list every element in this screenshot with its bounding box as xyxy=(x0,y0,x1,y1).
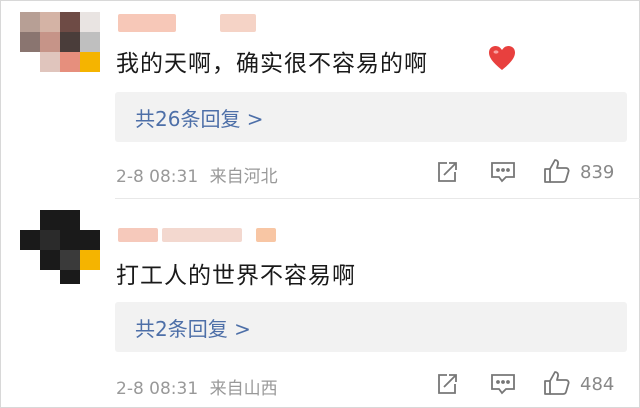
username-tag xyxy=(256,228,276,242)
comment-item: 我的天啊，确实很不容易的啊 共26条回复 > 2-8 08:31 来自河北 83… xyxy=(0,0,640,196)
comment-item: 打工人的世界不容易啊 共2条回复 > 2-8 08:31 来自山西 484 xyxy=(0,200,640,408)
like-icon[interactable] xyxy=(543,158,571,184)
username[interactable] xyxy=(118,14,176,32)
comment-location: 来自山西 xyxy=(209,379,278,399)
username[interactable] xyxy=(118,228,158,242)
heart-emoji xyxy=(489,46,515,70)
comment-date: 2-8 08:31 xyxy=(116,167,199,187)
share-icon[interactable] xyxy=(435,160,459,184)
replies-link[interactable]: 共2条回复 > xyxy=(135,313,251,342)
like-icon[interactable] xyxy=(543,370,571,396)
avatar[interactable] xyxy=(20,210,100,284)
comment-meta: 2-8 08:31 来自山西 xyxy=(116,374,278,399)
replies-box[interactable]: 共2条回复 > xyxy=(115,302,627,352)
username-suffix xyxy=(220,14,256,32)
comment-location: 来自河北 xyxy=(209,167,278,187)
share-icon[interactable] xyxy=(435,372,459,396)
comment-icon[interactable] xyxy=(490,160,516,184)
username-suffix xyxy=(162,228,242,242)
like-count: 484 xyxy=(580,374,615,395)
comment-text: 打工人的世界不容易啊 xyxy=(116,263,356,289)
replies-box[interactable]: 共26条回复 > xyxy=(115,92,627,142)
divider xyxy=(115,198,640,199)
like-count: 839 xyxy=(580,162,615,183)
avatar[interactable] xyxy=(20,12,100,72)
comment-date: 2-8 08:31 xyxy=(116,379,199,399)
comment-icon[interactable] xyxy=(490,372,516,396)
comment-meta: 2-8 08:31 来自河北 xyxy=(116,162,278,187)
replies-link[interactable]: 共26条回复 > xyxy=(135,103,264,132)
comment-text: 我的天啊，确实很不容易的啊 xyxy=(116,51,428,77)
